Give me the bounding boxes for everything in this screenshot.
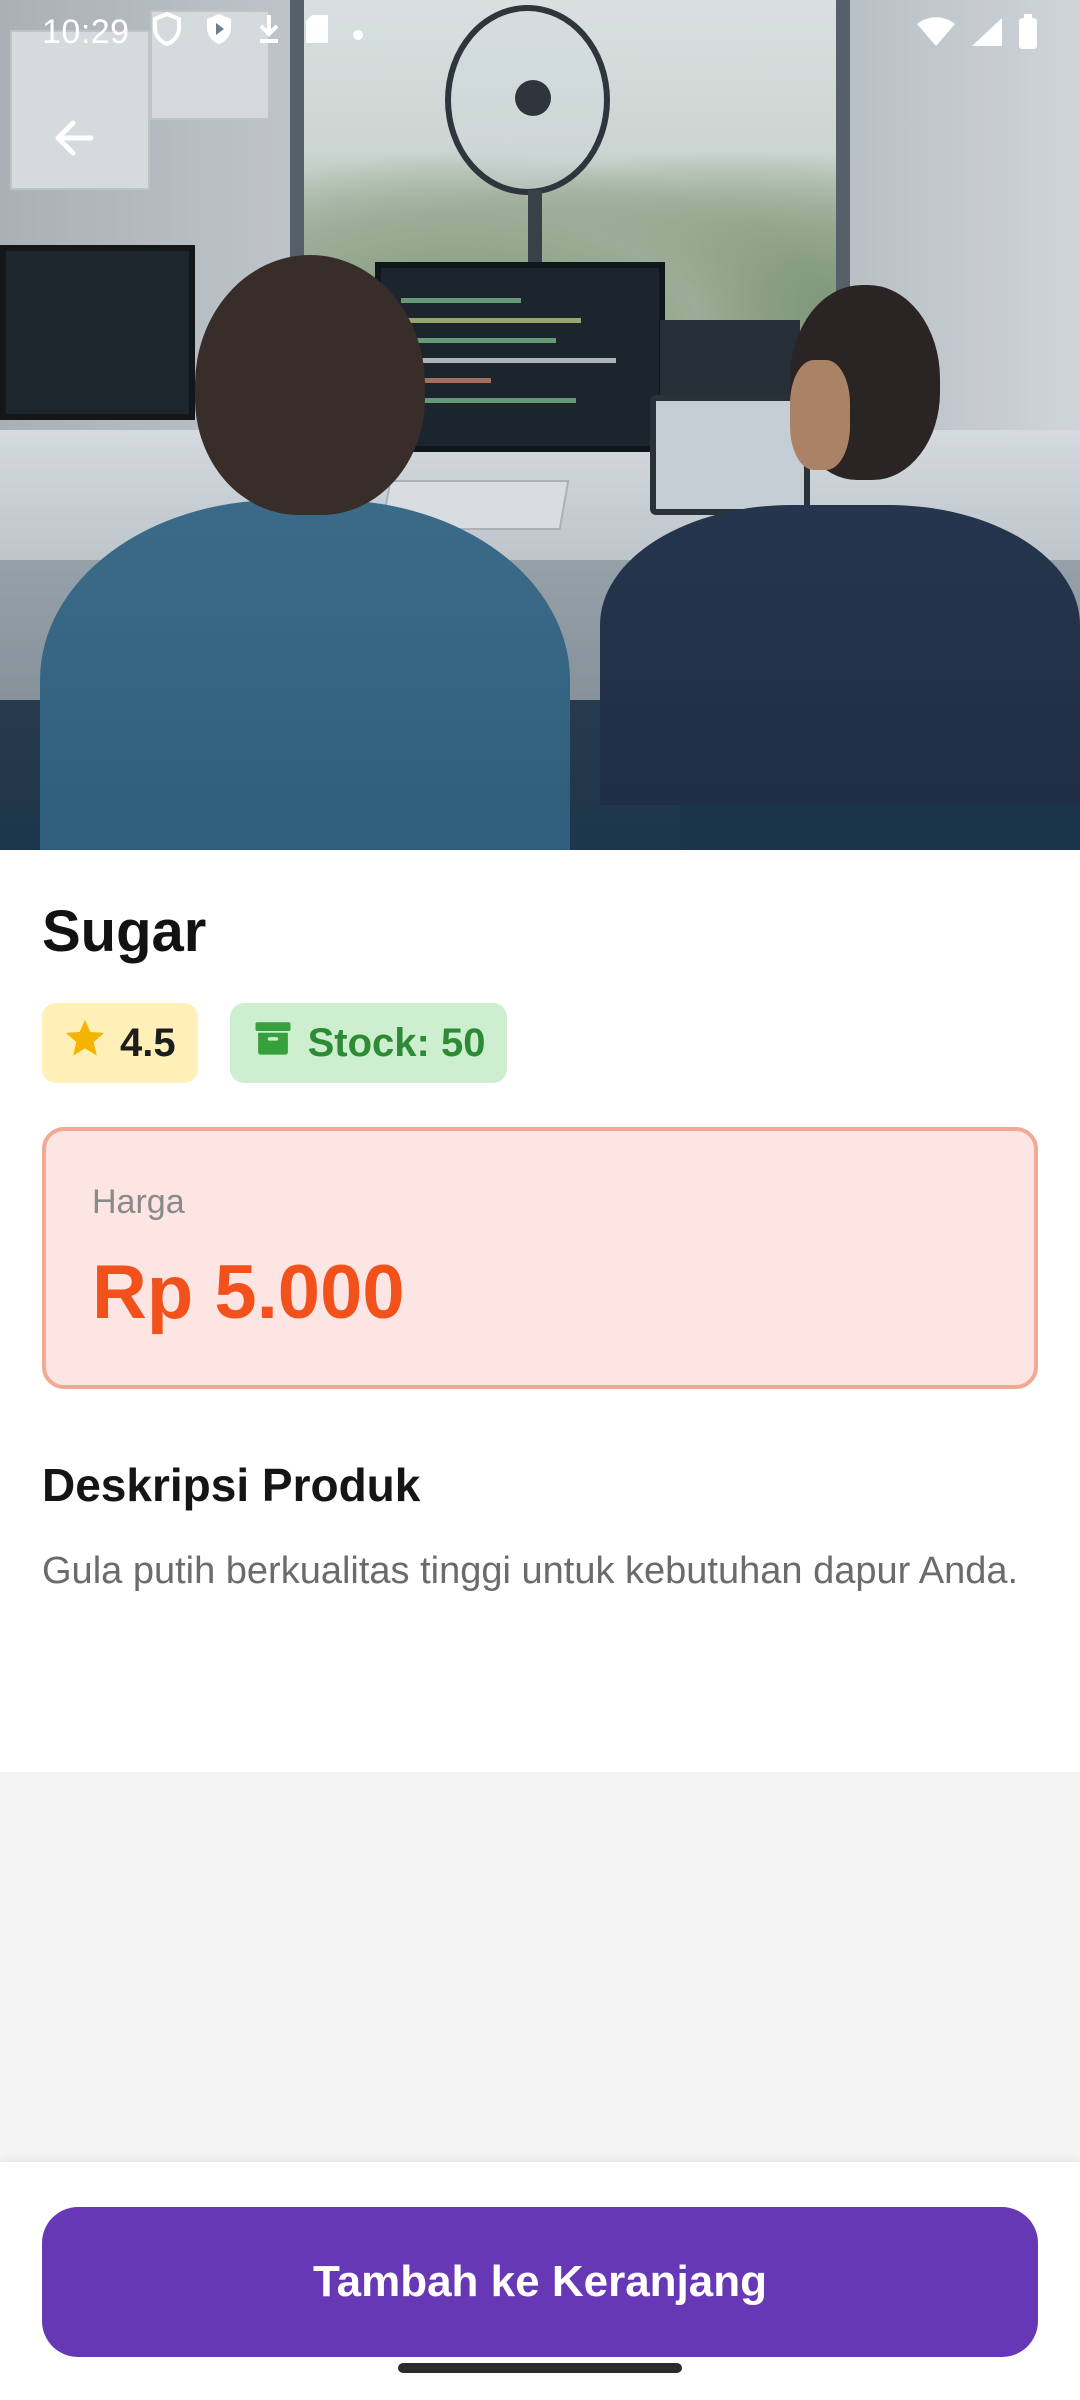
description-title: Deskripsi Produk (42, 1459, 421, 1511)
play-protect-icon (204, 12, 234, 53)
arrow-left-icon (51, 115, 97, 166)
price-label: Harga (92, 1183, 185, 1221)
product-hero-image (0, 0, 1080, 850)
product-chips: 4.5 Stock: 50 (42, 1003, 508, 1083)
product-detail-screen: 10:29 Sugar 4.5 Stock: 50 Harga Rp 5.000… (0, 0, 1080, 2400)
status-bar: 10:29 (0, 0, 1080, 64)
price-box: Harga Rp 5.000 (42, 1127, 1038, 1389)
stock-badge: Stock: 50 (229, 1003, 508, 1083)
product-details: Sugar 4.5 Stock: 50 Harga Rp 5.000 Deskr… (0, 850, 1080, 1772)
rating-value: 4.5 (120, 1020, 176, 1065)
add-to-cart-button[interactable]: Tambah ke Keranjang (42, 2207, 1038, 2357)
gesture-nav-handle[interactable] (398, 2363, 682, 2373)
product-title: Sugar (42, 899, 207, 964)
dot-icon (352, 16, 364, 48)
back-button[interactable] (34, 100, 114, 180)
stock-label: Stock: 50 (307, 1020, 486, 1065)
sd-card-icon (304, 13, 330, 52)
inventory-box-icon (252, 1017, 308, 1069)
download-icon (256, 13, 282, 52)
shield-icon (152, 11, 182, 53)
price-value: Rp 5.000 (92, 1250, 405, 1335)
star-icon (64, 1018, 120, 1068)
status-time: 10:29 (42, 12, 130, 51)
signal-icon (970, 16, 1004, 48)
wifi-icon (916, 16, 956, 48)
rating-badge: 4.5 (42, 1003, 198, 1083)
description-text: Gula putih berkualitas tinggi untuk kebu… (42, 1550, 1019, 1592)
battery-icon (1018, 14, 1038, 50)
